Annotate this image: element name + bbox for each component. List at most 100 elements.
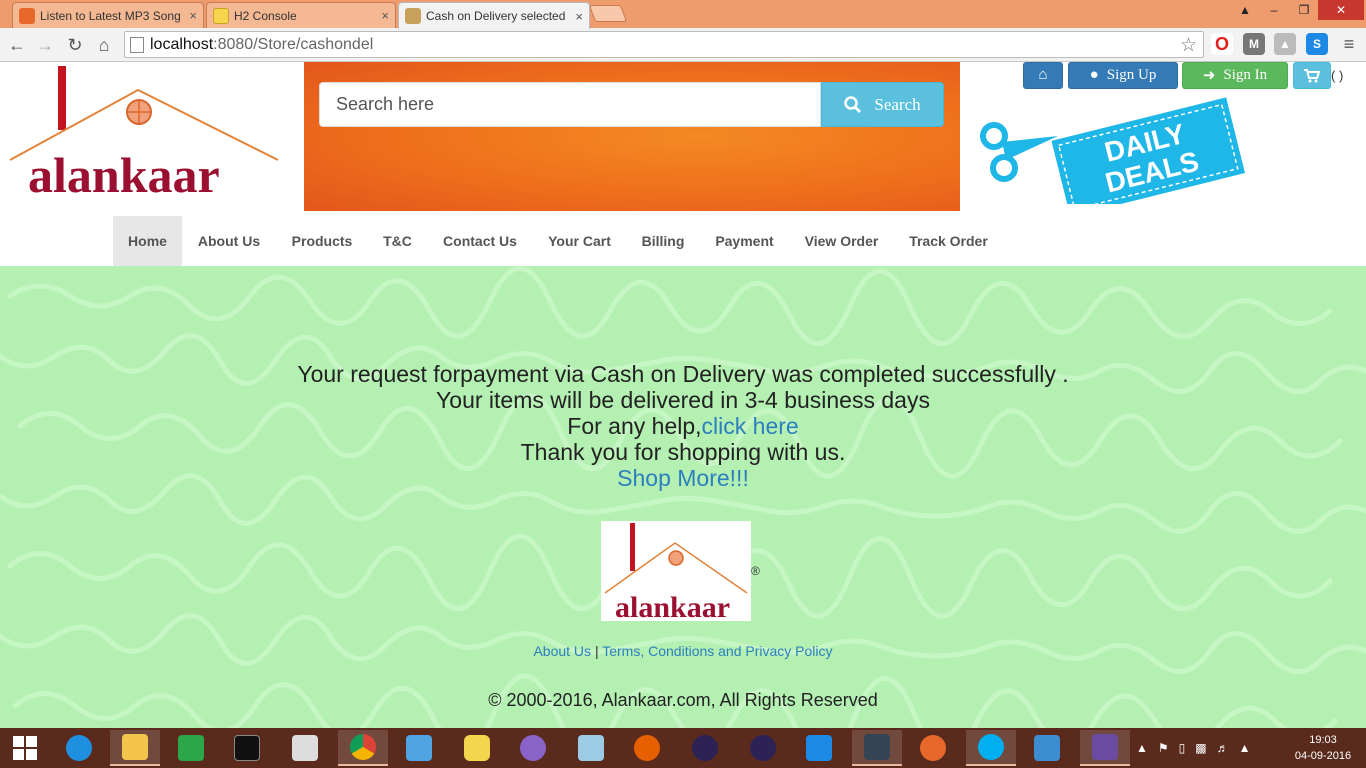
page-info-icon[interactable] bbox=[130, 36, 144, 53]
start-button[interactable] bbox=[0, 730, 50, 766]
volume-icon[interactable]: ♬ bbox=[1217, 741, 1229, 755]
tab-title: Listen to Latest MP3 Song bbox=[40, 8, 181, 23]
notes-icon[interactable] bbox=[566, 730, 616, 766]
reader-icon[interactable] bbox=[280, 730, 330, 766]
nav-track-order[interactable]: Track Order bbox=[894, 216, 1003, 266]
tab-title: Cash on Delivery selected bbox=[426, 9, 566, 23]
sign-up-label: Sign Up bbox=[1106, 67, 1157, 83]
drive-tray-icon[interactable]: ▲ bbox=[1239, 741, 1251, 755]
new-tab-button[interactable] bbox=[588, 5, 628, 22]
help-link[interactable]: click here bbox=[702, 413, 799, 439]
tab-title: H2 Console bbox=[234, 8, 297, 23]
tools-icon[interactable] bbox=[908, 730, 958, 766]
gaana-favicon-icon bbox=[19, 7, 35, 24]
copyright-text: © 2000-2016, Alankaar.com, All Rights Re… bbox=[488, 690, 878, 710]
shop-more-link[interactable]: Shop More!!! bbox=[0, 465, 1366, 491]
signal-icon[interactable]: ▩ bbox=[1195, 741, 1206, 755]
nav-contact-us[interactable]: Contact Us bbox=[427, 216, 533, 266]
clock-date: 04-09-2016 bbox=[1294, 750, 1352, 762]
cart-button[interactable] bbox=[1293, 62, 1331, 89]
close-tab-icon[interactable]: × bbox=[381, 8, 389, 23]
footer-logo-text: alankaar bbox=[615, 591, 730, 621]
opera-extension-icon[interactable]: O bbox=[1211, 33, 1233, 55]
chrome-icon[interactable] bbox=[338, 730, 388, 766]
nav-view-order[interactable]: View Order bbox=[789, 216, 894, 266]
nav-billing[interactable]: Billing bbox=[626, 216, 700, 266]
system-clock[interactable]: 19:03 04-09-2016 bbox=[1290, 732, 1356, 764]
cart-icon bbox=[1304, 68, 1320, 82]
tray-chevron-icon[interactable]: ▲ bbox=[1136, 741, 1148, 755]
main-navbar: Home About Us Products T&C Contact Us Yo… bbox=[0, 216, 1366, 266]
nav-tc[interactable]: T&C bbox=[368, 216, 427, 266]
sign-in-label: Sign In bbox=[1223, 67, 1268, 83]
footer-about-link[interactable]: About Us bbox=[533, 643, 591, 659]
maximize-button[interactable]: ❐ bbox=[1290, 0, 1318, 20]
nav-your-cart[interactable]: Your Cart bbox=[533, 216, 626, 266]
cart-count: ( ) bbox=[1331, 68, 1344, 83]
battery-icon[interactable]: ▯ bbox=[1179, 741, 1186, 755]
java-ee-ide-icon[interactable] bbox=[1080, 730, 1130, 766]
login-icon: ➜ bbox=[1202, 68, 1216, 84]
back-arrow-icon[interactable]: ← bbox=[4, 32, 30, 58]
close-tab-icon[interactable]: × bbox=[575, 9, 583, 24]
sign-in-button[interactable]: ➜ Sign In bbox=[1182, 62, 1288, 89]
search-button[interactable]: Search bbox=[821, 82, 944, 127]
skype-icon[interactable] bbox=[966, 730, 1016, 766]
nav-about-us[interactable]: About Us bbox=[182, 216, 276, 266]
github-icon[interactable] bbox=[508, 730, 558, 766]
registered-mark: ® bbox=[751, 564, 760, 578]
shield-extension-icon[interactable]: M bbox=[1243, 33, 1265, 55]
photos-icon[interactable] bbox=[1022, 730, 1072, 766]
url-path: :8080/Store/cashondel bbox=[213, 35, 374, 53]
drive-extension-icon[interactable]: ▲ bbox=[1274, 33, 1296, 55]
success-message: Your request forpayment via Cash on Deli… bbox=[297, 361, 1069, 387]
delivery-message: Your items will be delivered in 3-4 busi… bbox=[436, 387, 930, 413]
logo-text: alankaar bbox=[28, 147, 220, 198]
profile-icon[interactable]: ▲ bbox=[1234, 0, 1256, 20]
footer-links: About Us | Terms, Conditions and Privacy… bbox=[0, 643, 1366, 659]
tab-h2-console[interactable]: H2 Console × bbox=[206, 2, 396, 28]
tab-mp3-songs[interactable]: Listen to Latest MP3 Song × bbox=[12, 2, 204, 28]
sql-icon[interactable] bbox=[852, 730, 902, 766]
clock-time: 19:03 bbox=[1309, 734, 1337, 746]
store-icon[interactable] bbox=[166, 730, 216, 766]
internet-explorer-icon[interactable] bbox=[54, 730, 104, 766]
page-favicon-icon bbox=[405, 8, 421, 24]
remote-desktop-icon[interactable] bbox=[394, 730, 444, 766]
flag-icon[interactable]: ⚑ bbox=[1158, 741, 1169, 755]
database-icon[interactable] bbox=[452, 730, 502, 766]
browser-toolbar: ← → ↻ ⌂ localhost:8080/Store/cashondel ☆… bbox=[0, 28, 1366, 62]
nav-home[interactable]: Home bbox=[113, 216, 182, 266]
file-explorer-icon[interactable] bbox=[110, 730, 160, 766]
search-icon bbox=[844, 95, 862, 113]
help-prefix: For any help, bbox=[567, 413, 702, 439]
address-bar[interactable]: localhost:8080/Store/cashondel ☆ bbox=[124, 31, 1204, 58]
sign-up-button[interactable]: ● Sign Up bbox=[1068, 62, 1178, 89]
forward-arrow-icon[interactable]: → bbox=[32, 32, 58, 58]
nav-payment[interactable]: Payment bbox=[700, 216, 789, 266]
alankaar-logo[interactable]: alankaar bbox=[6, 64, 280, 198]
home-icon[interactable]: ⌂ bbox=[91, 32, 117, 58]
bookmark-star-icon[interactable]: ☆ bbox=[1180, 34, 1197, 57]
minimize-button[interactable]: – bbox=[1260, 0, 1288, 20]
chrome-menu-icon[interactable]: ≡ bbox=[1338, 33, 1360, 55]
user-icon: ● bbox=[1089, 67, 1099, 83]
reload-icon[interactable]: ↻ bbox=[62, 32, 88, 58]
daily-deals-banner[interactable]: DAILY DEALS bbox=[978, 96, 1248, 204]
close-tab-icon[interactable]: × bbox=[189, 8, 197, 23]
tab-cash-on-delivery[interactable]: Cash on Delivery selected × bbox=[398, 2, 590, 29]
footer-terms-link[interactable]: Terms, Conditions and Privacy Policy bbox=[602, 643, 832, 659]
sublime-icon[interactable] bbox=[794, 730, 844, 766]
s-extension-icon[interactable]: S bbox=[1306, 33, 1328, 55]
help-message: For any help,click here bbox=[0, 413, 1366, 439]
close-window-button[interactable]: ✕ bbox=[1318, 0, 1364, 20]
eclipse-icon[interactable] bbox=[680, 730, 730, 766]
firefox-icon[interactable] bbox=[622, 730, 672, 766]
eclipse-2-icon[interactable] bbox=[738, 730, 788, 766]
search-button-label: Search bbox=[874, 94, 921, 114]
command-prompt-icon[interactable] bbox=[222, 730, 272, 766]
home-button[interactable]: ⌂ bbox=[1023, 62, 1063, 89]
nav-products[interactable]: Products bbox=[276, 216, 368, 266]
search-input[interactable] bbox=[319, 82, 821, 127]
system-tray: ▲ ⚑ ▯ ▩ ♬ ▲ bbox=[1136, 728, 1251, 768]
